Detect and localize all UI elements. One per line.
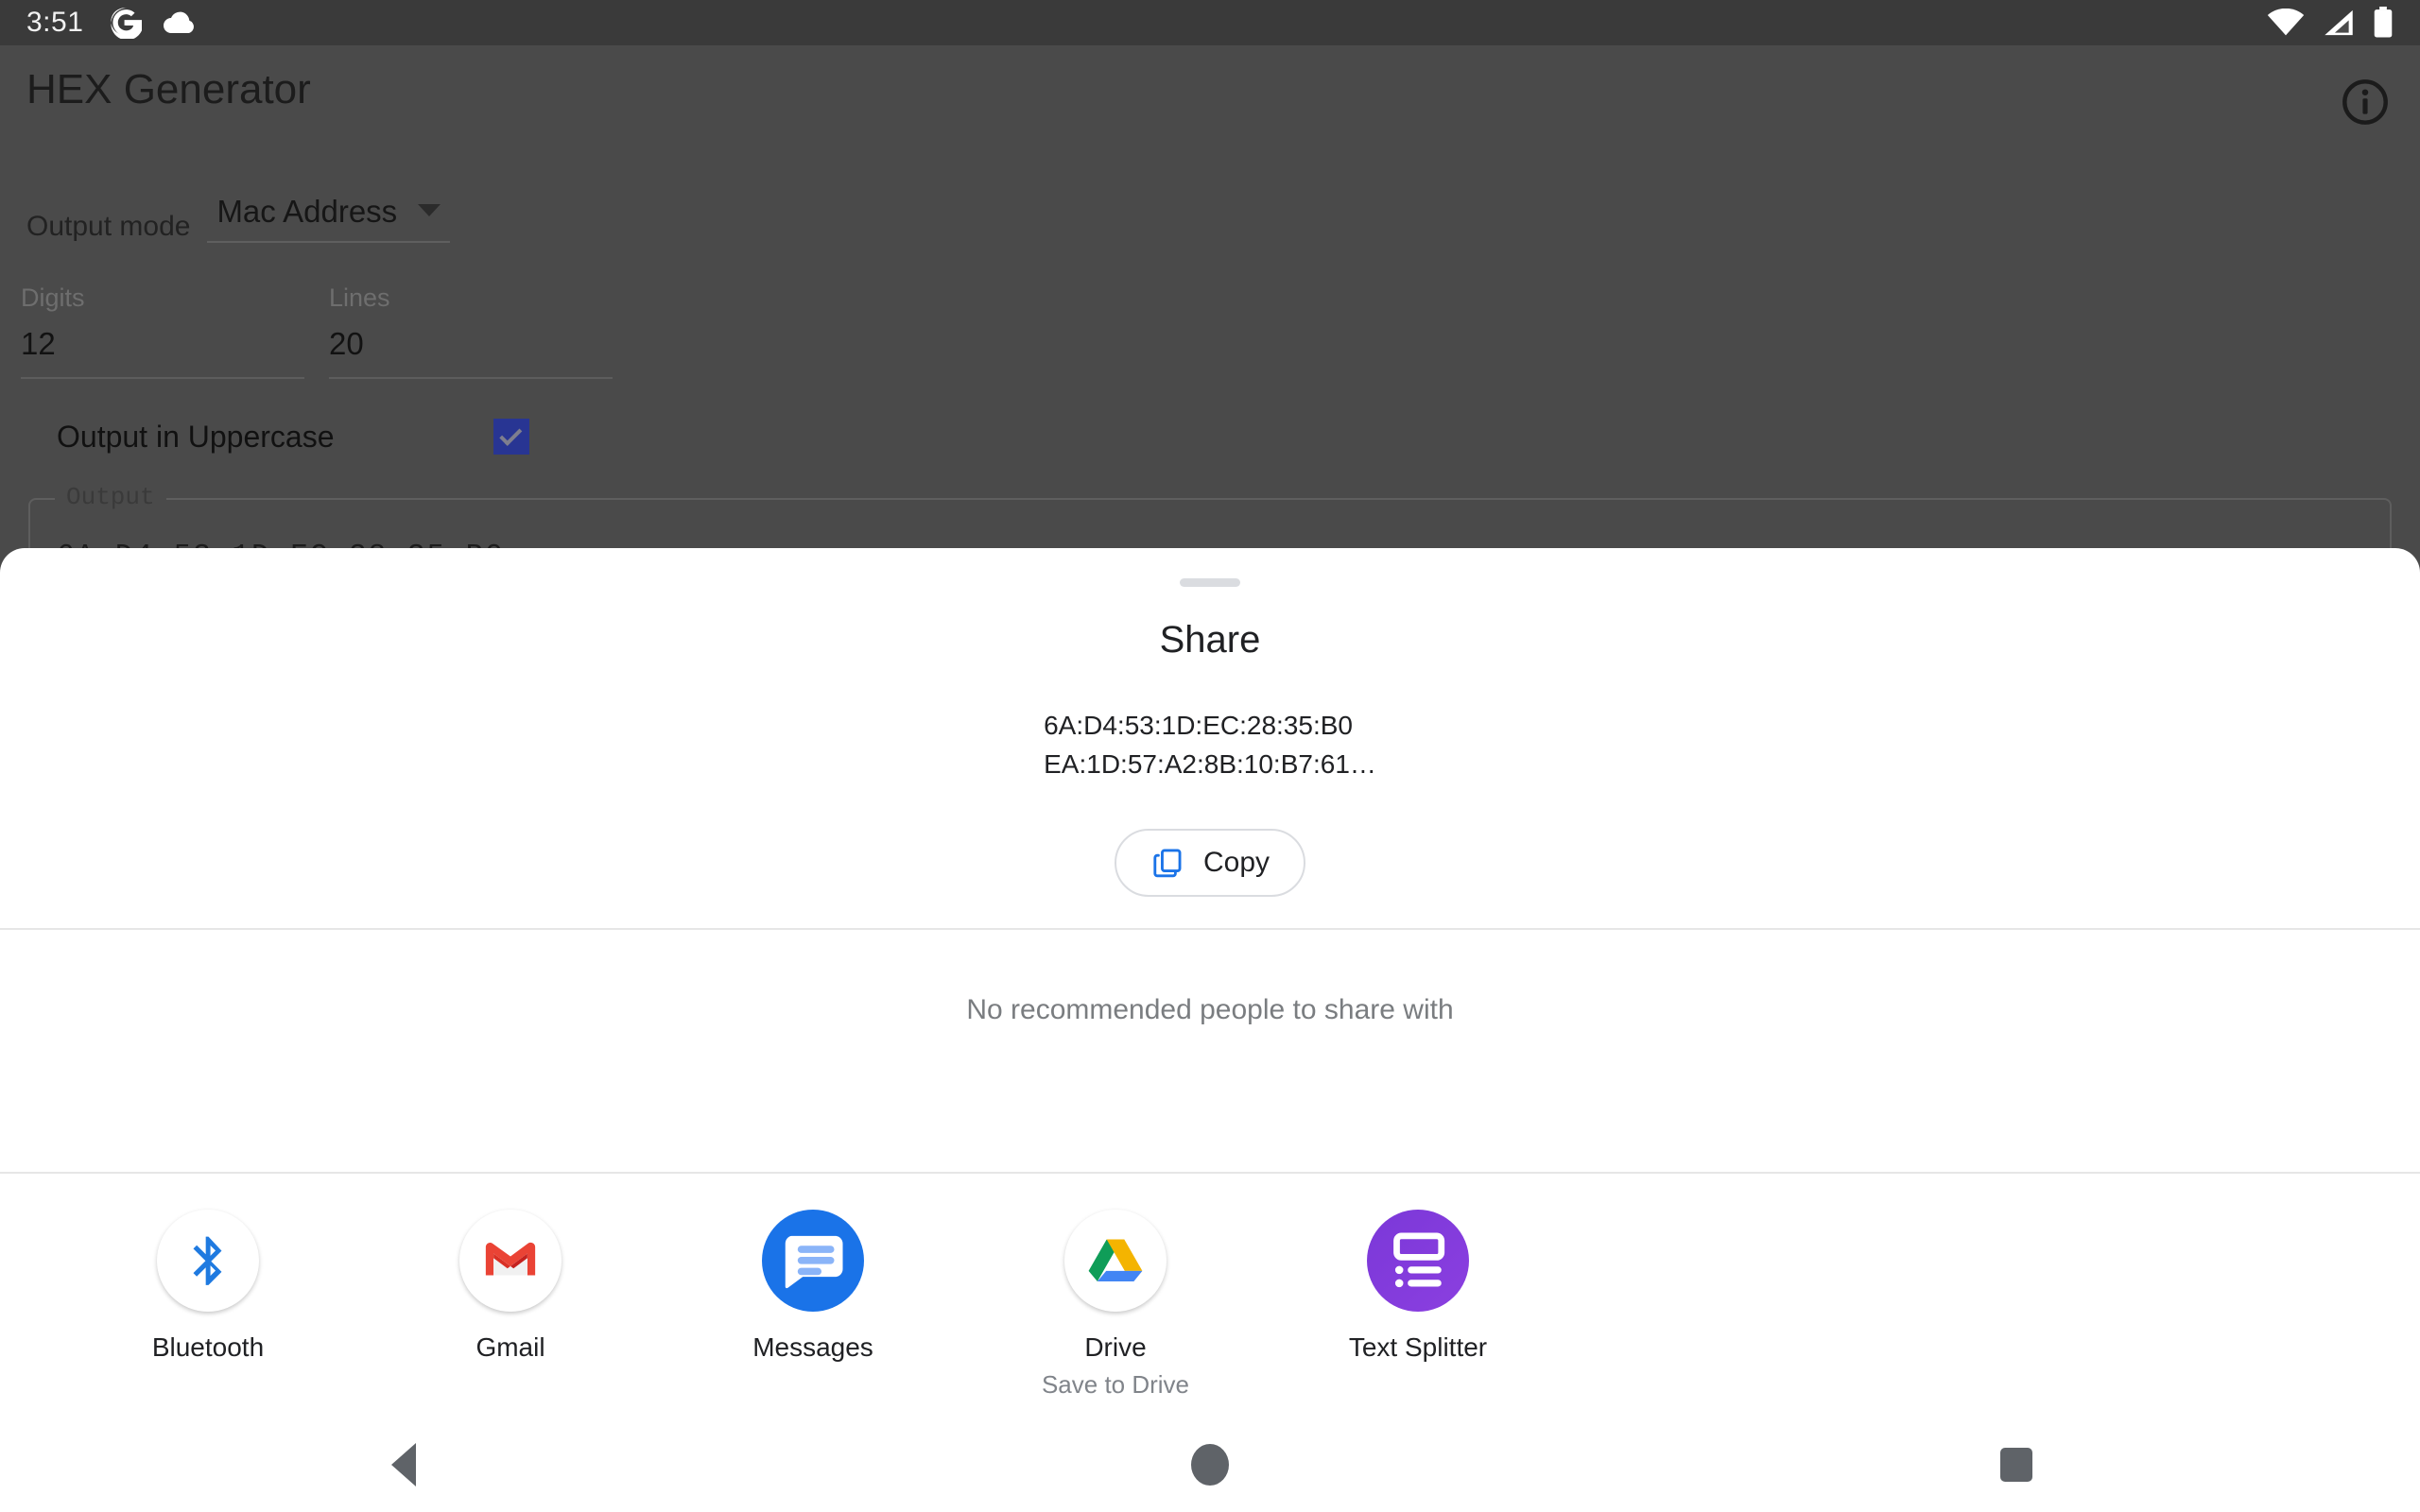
drive-icon bbox=[1088, 1239, 1143, 1281]
share-target-label: Messages bbox=[752, 1332, 873, 1362]
sheet-drag-handle[interactable] bbox=[1180, 578, 1240, 587]
digits-field[interactable]: Digits 12 bbox=[21, 284, 304, 379]
cloud-icon bbox=[164, 11, 195, 33]
lines-value: 20 bbox=[329, 326, 364, 361]
uppercase-row: Output in Uppercase bbox=[57, 419, 529, 455]
drive-icon-container bbox=[1064, 1210, 1167, 1312]
copy-button-label: Copy bbox=[1202, 847, 1270, 879]
info-icon bbox=[2342, 79, 2388, 125]
digits-label: Digits bbox=[21, 284, 85, 312]
text-splitter-icon-container bbox=[1367, 1210, 1469, 1312]
digits-underline bbox=[21, 377, 304, 379]
share-target-label: Text Splitter bbox=[1348, 1332, 1488, 1362]
share-sheet: Share 6A:D4:53:1D:EC:28:35:B0 EA:1D:57:A… bbox=[0, 548, 2420, 1512]
output-legend: Output bbox=[55, 483, 166, 511]
status-bar-system-icons bbox=[2267, 7, 2394, 39]
nav-home-button[interactable] bbox=[806, 1444, 1613, 1486]
info-button[interactable] bbox=[2339, 76, 2392, 129]
divider-bottom bbox=[0, 1172, 2420, 1174]
output-mode-dropdown[interactable]: Mac Address bbox=[207, 194, 451, 243]
navigation-bar bbox=[0, 1418, 2420, 1512]
share-target-sublabel: Save to Drive bbox=[1041, 1370, 1190, 1399]
text-splitter-icon bbox=[1393, 1232, 1445, 1288]
google-g-icon bbox=[111, 8, 143, 39]
digits-value: 12 bbox=[21, 326, 56, 361]
copy-button[interactable]: Copy bbox=[1114, 829, 1306, 898]
app-title: HEX Generator bbox=[26, 66, 311, 112]
numeric-fields: Digits 12 Lines 20 bbox=[21, 284, 613, 379]
bluetooth-icon bbox=[193, 1236, 222, 1285]
output-mode-value: Mac Address bbox=[216, 194, 398, 229]
share-target-text-splitter[interactable]: Text Splitter bbox=[1267, 1210, 1569, 1400]
copy-icon bbox=[1153, 849, 1182, 878]
lines-underline bbox=[329, 377, 613, 379]
output-mode-row: Output mode Mac Address bbox=[26, 194, 451, 243]
share-target-label: Gmail bbox=[475, 1332, 545, 1362]
gmail-icon-container bbox=[459, 1210, 562, 1312]
messages-icon-container bbox=[762, 1210, 864, 1312]
chevron-down-icon bbox=[418, 203, 441, 216]
recents-icon bbox=[2000, 1448, 2033, 1482]
divider-top bbox=[0, 928, 2420, 930]
share-preview-text: 6A:D4:53:1D:EC:28:35:B0 EA:1D:57:A2:8B:1… bbox=[1044, 707, 1376, 783]
share-target-row: Bluetooth Gmail Messages Drive Save to D… bbox=[0, 1210, 2420, 1400]
status-bar-notification-icons bbox=[110, 7, 197, 39]
share-target-label: Drive bbox=[1084, 1332, 1147, 1362]
lines-field[interactable]: Lines 20 bbox=[329, 284, 613, 379]
share-target-messages[interactable]: Messages bbox=[662, 1210, 964, 1400]
lines-label: Lines bbox=[329, 284, 390, 312]
share-sheet-title: Share bbox=[1159, 619, 1261, 661]
uppercase-label: Output in Uppercase bbox=[57, 419, 335, 454]
home-icon bbox=[1190, 1444, 1229, 1486]
messages-icon bbox=[785, 1235, 843, 1289]
cell-signal-icon bbox=[2325, 9, 2353, 36]
status-bar-clock: 3:51 bbox=[26, 7, 84, 38]
no-recommended-people-message: No recommended people to share with bbox=[966, 994, 1454, 1025]
share-target-label: Bluetooth bbox=[151, 1332, 265, 1362]
share-preview-line-2: EA:1D:57:A2:8B:10:B7:61… bbox=[1044, 748, 1376, 779]
share-target-drive[interactable]: Drive Save to Drive bbox=[964, 1210, 1267, 1400]
share-target-bluetooth[interactable]: Bluetooth bbox=[57, 1210, 359, 1400]
share-target-gmail[interactable]: Gmail bbox=[359, 1210, 662, 1400]
back-icon bbox=[390, 1443, 416, 1486]
nav-back-button[interactable] bbox=[0, 1443, 806, 1486]
output-mode-label: Output mode bbox=[26, 211, 191, 242]
share-preview-line-1: 6A:D4:53:1D:EC:28:35:B0 bbox=[1044, 711, 1353, 740]
nav-recents-button[interactable] bbox=[1614, 1448, 2420, 1482]
copy-row: Copy bbox=[0, 829, 2420, 898]
android-screen: 3:51 HEX Generator Output mode Mac Addre… bbox=[0, 0, 2420, 1512]
check-icon bbox=[499, 422, 523, 446]
wifi-icon bbox=[2267, 9, 2305, 36]
uppercase-checkbox[interactable] bbox=[493, 419, 529, 455]
bluetooth-icon-container bbox=[157, 1210, 259, 1312]
gmail-icon bbox=[485, 1242, 536, 1276]
battery-icon bbox=[2374, 7, 2393, 38]
status-bar: 3:51 bbox=[0, 0, 2420, 45]
